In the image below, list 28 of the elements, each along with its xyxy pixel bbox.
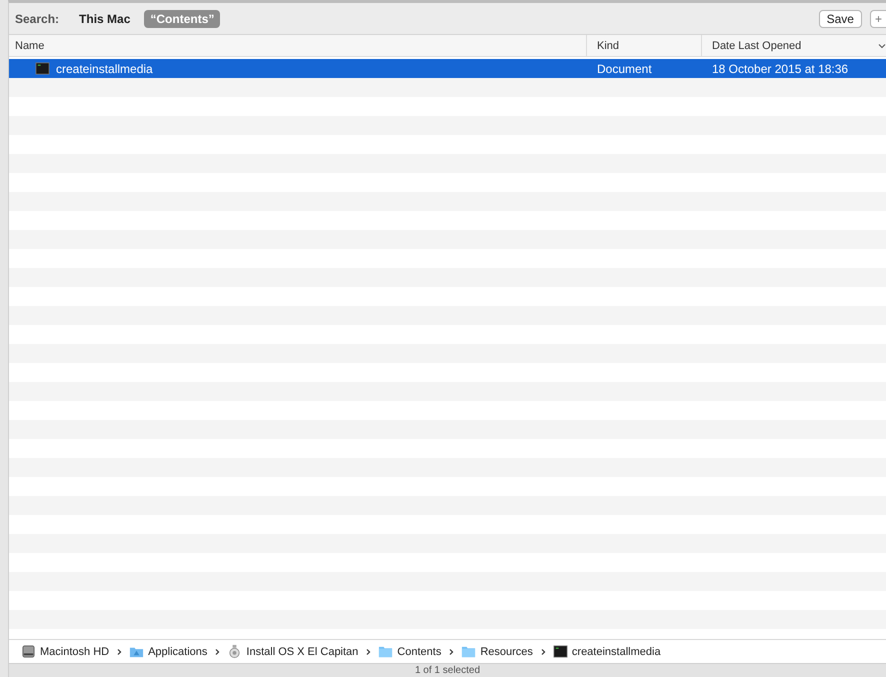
scope-button[interactable]: This Mac: [73, 10, 136, 28]
file-name: createinstallmedia: [56, 62, 153, 76]
save-button[interactable]: Save: [818, 10, 862, 28]
chevron-icon: [214, 648, 220, 656]
folder-icon: [461, 644, 476, 659]
path-item[interactable]: Install OS X El Capitan: [246, 646, 358, 658]
column-header[interactable]: Date Last Opened: [701, 35, 886, 56]
chevron-icon: [365, 648, 372, 656]
add-button[interactable]: +: [870, 10, 886, 28]
column-header[interactable]: Kind: [586, 35, 701, 56]
path-item[interactable]: Applications: [148, 646, 208, 658]
path-item[interactable]: Macintosh HD: [40, 646, 110, 658]
search-label: Search:: [15, 12, 60, 26]
path-item[interactable]: Contents: [397, 646, 442, 658]
chevron-icon: [116, 648, 122, 656]
chevron-icon: [448, 648, 454, 656]
terminal-icon: [35, 61, 50, 76]
installer-icon: [227, 644, 242, 659]
status-text: 1 of 1 selected: [414, 665, 480, 676]
path-item[interactable]: createinstallmedia: [572, 646, 661, 658]
column-header[interactable]: Name: [9, 35, 586, 56]
file-kind: Document: [596, 62, 653, 76]
folder-icon: [378, 644, 394, 659]
file-date: 18 October 2015 at 18:36: [711, 62, 850, 76]
chevron-icon: [540, 648, 546, 656]
file-row[interactable]: createinstallmedia Document 18 October 2015 at 18:36: [9, 59, 886, 78]
path-item[interactable]: Resources: [480, 646, 533, 658]
terminal-icon: [552, 644, 568, 659]
